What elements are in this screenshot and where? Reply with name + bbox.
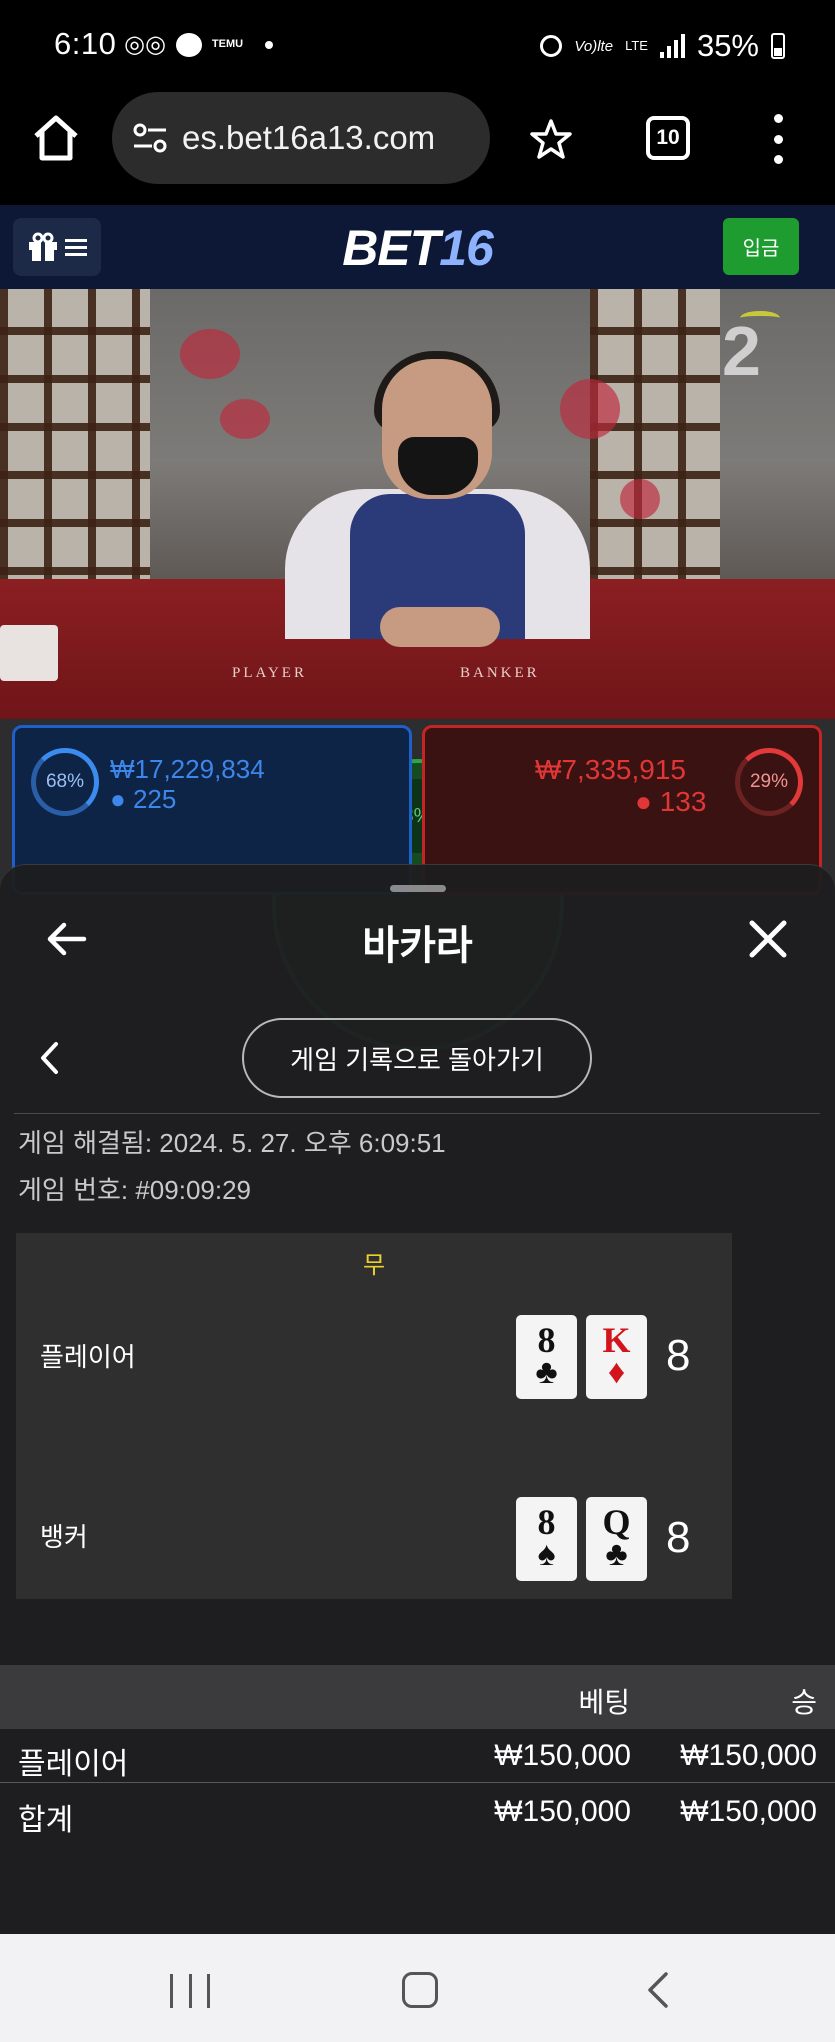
player-hand-label: 플레이어 — [40, 1342, 136, 1372]
address-bar[interactable]: es.bet16a13.com — [112, 92, 490, 184]
chat-icon — [175, 32, 202, 57]
deposit-button[interactable]: 입금 — [723, 218, 799, 275]
player-score: 8 — [666, 1331, 691, 1380]
summary-col-bet: 베팅 — [578, 1687, 630, 1718]
system-icons: Vo)lte LTE 35% — [540, 28, 785, 64]
playing-card: Q ♣ — [586, 1497, 647, 1581]
battery-icon — [771, 33, 785, 59]
blossom-decor — [560, 379, 620, 439]
banker-percent: 29% — [735, 748, 803, 816]
blossom-decor — [620, 479, 660, 519]
game-detail-sheet: 바카라 게임 기록으로 돌아가기 게임 해결됨: 2024. 5. 27. 오후… — [0, 864, 835, 1934]
dot-icon — [265, 40, 274, 49]
summary-row-bet: ₩150,000 — [494, 1739, 631, 1772]
site-logo[interactable]: BET16 — [0, 219, 835, 277]
summary-col-win: 승 — [791, 1687, 817, 1718]
summary-row-label: 플레이어 — [18, 1748, 129, 1781]
summary-header: 베팅 승 — [0, 1665, 835, 1729]
result-tag: 무 — [362, 1252, 386, 1279]
back-to-history-button[interactable]: 게임 기록으로 돌아가기 — [242, 1018, 592, 1098]
banker-bettor-count: 133 — [659, 786, 707, 817]
lte-icon: LTE — [625, 38, 648, 53]
system-nav-bar — [0, 1934, 835, 2042]
player-percent: 68% — [31, 748, 99, 816]
site-settings-icon[interactable] — [132, 121, 168, 155]
countdown-timer: 2 — [722, 312, 761, 390]
notification-icons: ◎◎ TEMU — [124, 30, 274, 59]
tab-switcher-button[interactable]: 10 — [646, 116, 690, 160]
summary-row-win: ₩150,000 — [680, 1739, 817, 1772]
home-icon[interactable] — [30, 112, 82, 164]
status-time: 6:10 — [54, 26, 117, 61]
user-icon: ● — [110, 784, 126, 814]
battery-percent: 35% — [696, 28, 759, 63]
result-card: 무 플레이어 8 ♣ K ♦ 8 뱅커 8 ♠ Q ♣ 8 — [16, 1233, 732, 1599]
table-player-label: PLAYER — [232, 665, 307, 681]
voicemail-icon: ◎◎ — [124, 31, 166, 58]
divider — [14, 1113, 820, 1114]
player-bettor-count-row: ● 225 — [110, 784, 176, 815]
alarm-icon — [540, 35, 563, 57]
game-resolved-time: 게임 해결됨: 2024. 5. 27. 오후 6:09:51 — [18, 1128, 446, 1158]
browser-toolbar: es.bet16a13.com 10 — [0, 90, 835, 205]
volte-icon: Vo)lte — [574, 37, 614, 55]
sheet-grabber[interactable] — [390, 885, 446, 892]
back-nav-icon[interactable] — [640, 1970, 676, 2010]
url-text: es.bet16a13.com — [182, 119, 436, 156]
temu-icon: TEMU — [211, 38, 244, 50]
summary-total-row: 합계 ₩150,000 ₩150,000 — [0, 1785, 835, 1839]
playing-card: 8 ♠ — [516, 1497, 577, 1581]
summary-row-label: 합계 — [18, 1804, 74, 1837]
site-header: BET16 입금 — [0, 205, 835, 289]
banker-score: 8 — [666, 1513, 691, 1562]
game-number: 게임 번호: #09:09:29 — [18, 1175, 252, 1205]
banker-total-amount: ₩7,335,915 — [535, 754, 686, 785]
browser-menu-icon[interactable] — [770, 114, 786, 164]
blossom-decor — [180, 329, 240, 379]
sheet-title: 바카라 — [362, 924, 473, 968]
signal-icon — [659, 34, 685, 58]
status-bar: 6:10 ◎◎ TEMU Vo)lte LTE 35% — [0, 0, 835, 90]
playing-card: K ♦ — [586, 1315, 647, 1399]
card-stack — [0, 625, 58, 681]
playing-card: 8 ♣ — [516, 1315, 577, 1399]
home-nav-icon[interactable] — [402, 1972, 438, 2008]
player-bettor-count: 225 — [132, 784, 177, 814]
user-icon: ● — [635, 786, 652, 817]
close-icon[interactable] — [748, 919, 788, 959]
bookmark-star-icon[interactable] — [530, 118, 572, 160]
summary-row-win: ₩150,000 — [680, 1795, 817, 1828]
summary-row: 플레이어 ₩150,000 ₩150,000 — [0, 1729, 835, 1783]
summary-row-bet: ₩150,000 — [494, 1795, 631, 1828]
dealer-hands — [380, 607, 500, 647]
banker-bettor-count-row: ● 133 — [635, 786, 706, 818]
player-total-amount: ₩17,229,834 — [110, 754, 265, 784]
dealer-mask — [398, 437, 478, 495]
live-video-stream: PLAYER BANKER 2 — [0, 289, 835, 719]
chevron-left-icon[interactable] — [38, 1041, 60, 1075]
blossom-decor — [220, 399, 270, 439]
table-banker-label: BANKER — [460, 665, 540, 681]
banker-hand-label: 뱅커 — [40, 1522, 88, 1552]
recent-apps-icon[interactable] — [170, 1974, 210, 2008]
